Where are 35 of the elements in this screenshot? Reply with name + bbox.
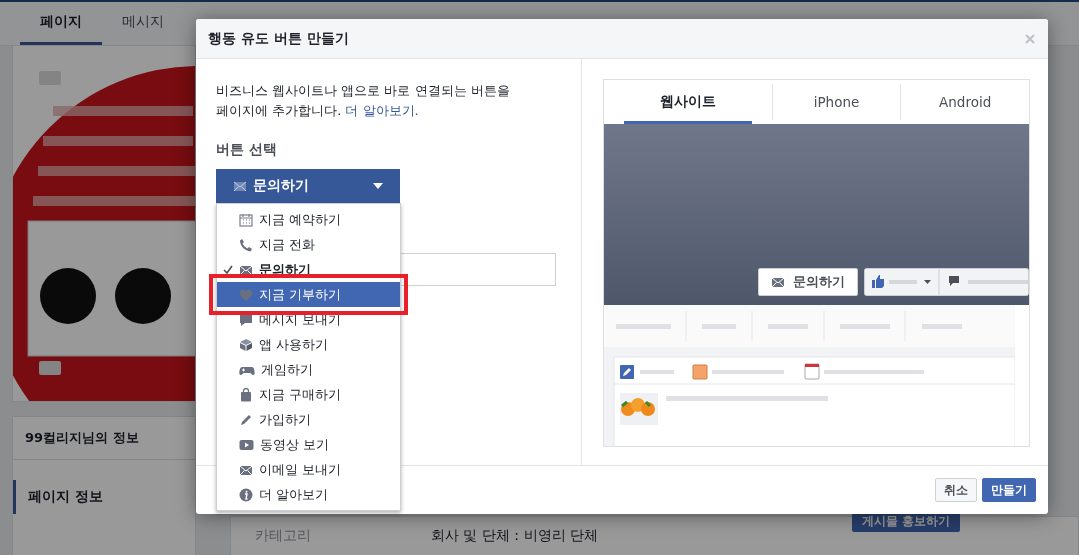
menu-item[interactable]: 지금 예약하기 — [217, 207, 400, 233]
dialog-title: 행동 유도 버튼 만들기 — [208, 29, 349, 48]
caret-icon — [373, 183, 383, 190]
menu-item[interactable]: 게임하기 — [217, 357, 400, 383]
button-type-dropdown[interactable]: 문의하기 — [216, 169, 400, 204]
cancel-button[interactable]: 취소 — [935, 478, 977, 503]
learn-more-link[interactable]: 더 알아보기. — [345, 103, 419, 119]
video-play-icon — [239, 437, 254, 452]
section-label: 버튼 선택 — [216, 141, 278, 160]
contact-button[interactable]: 문의하기 — [758, 268, 858, 297]
field-label: 카테고리 — [255, 527, 311, 545]
description-text: 비즈니스 웹사이트나 앱으로 바로 연결되는 버튼을 페이지에 추가합니다. 더 알아보기. — [216, 82, 511, 121]
menu-item[interactable]: 메시지 보내기 — [217, 307, 400, 333]
shopping-bag-icon — [239, 387, 253, 402]
menu-item[interactable]: 지금 전화 — [217, 232, 400, 258]
menu-item[interactable]: 더 알아보기 — [217, 482, 400, 508]
phone-icon — [239, 237, 253, 252]
info-icon — [239, 487, 253, 502]
speech-bubble-icon — [239, 312, 253, 327]
menu-item[interactable]: 앱 사용하기 — [217, 332, 400, 358]
pencil-icon — [239, 412, 253, 427]
envelope-icon — [771, 275, 785, 290]
menu-item[interactable]: 동영상 보기 — [217, 432, 400, 458]
checkmark-icon — [223, 264, 233, 275]
heart-icon — [239, 287, 253, 302]
menu-item[interactable]: 가입하기 — [217, 407, 400, 433]
card-title: 99컬리지님의 정보 — [13, 417, 195, 460]
calendar-icon — [239, 212, 253, 227]
field-value: 회사 및 단체 : 비영리 단체 — [431, 527, 598, 545]
menu-item[interactable]: 이메일 보내기 — [217, 457, 400, 483]
menu-item[interactable]: 지금 구매하기 — [217, 382, 400, 408]
create-button[interactable]: 만들기 — [982, 478, 1036, 503]
cube-icon — [239, 337, 253, 352]
envelope-icon — [233, 179, 247, 194]
nav-tab[interactable]: 메시지 — [102, 2, 184, 45]
